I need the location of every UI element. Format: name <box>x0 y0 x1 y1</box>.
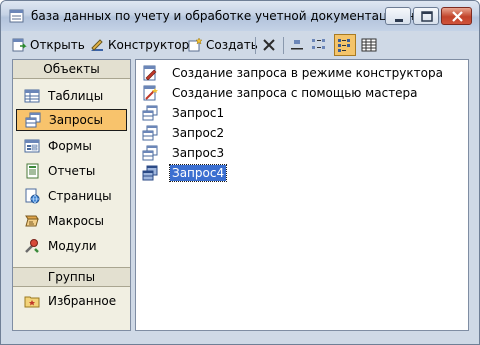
query-icon <box>142 105 158 121</box>
minimize-button[interactable] <box>385 7 411 25</box>
sidebar-item-pages[interactable]: Страницы <box>16 185 127 207</box>
object-list: Создание запроса в режиме конструктора С… <box>135 59 469 331</box>
objects-group-header[interactable]: Объекты <box>13 60 130 79</box>
content-area: Объекты Таблицы Запросы Формы Отчеты Стр… <box>8 57 473 339</box>
sidebar-item-favorites[interactable]: Избранное <box>16 290 127 312</box>
list-item-create-design[interactable]: Создание запроса в режиме конструктора <box>142 64 445 82</box>
small-icons-button[interactable] <box>310 34 330 56</box>
wizard-query-icon <box>143 85 158 101</box>
query-icon <box>142 165 158 181</box>
list-item-create-wizard[interactable]: Создание запроса с помощью мастера <box>142 84 420 102</box>
delete-icon <box>263 39 275 51</box>
create-button[interactable]: Создать <box>187 34 258 56</box>
sidebar-item-reports[interactable]: Отчеты <box>16 160 127 182</box>
sidebar-item-label: Макросы <box>48 214 104 228</box>
delete-button[interactable] <box>260 34 278 56</box>
sidebar-item-label: Отчеты <box>48 164 96 178</box>
list-item-label: Запрос4 <box>168 164 228 182</box>
database-icon <box>9 9 24 23</box>
toolbar: Открыть Конструктор Создать <box>5 33 475 57</box>
sidebar-item-label: Модули <box>48 239 97 253</box>
list-item-query[interactable]: Запрос2 <box>142 124 226 142</box>
module-icon <box>25 239 39 253</box>
create-icon <box>188 37 203 52</box>
query-icon <box>142 145 158 161</box>
designer-button[interactable]: Конструктор <box>89 34 189 56</box>
maximize-button[interactable] <box>413 7 439 25</box>
designer-icon <box>91 39 103 51</box>
close-icon <box>452 11 463 22</box>
list-view-icon <box>338 39 350 52</box>
list-item-query[interactable]: Запрос1 <box>142 104 226 122</box>
query-icon <box>142 125 158 141</box>
favorites-folder-icon <box>24 296 40 308</box>
sidebar-item-label: Таблицы <box>48 89 104 103</box>
maximize-icon <box>421 11 433 22</box>
close-button[interactable] <box>441 7 472 25</box>
list-view-button[interactable] <box>334 34 356 56</box>
details-view-icon <box>361 38 377 52</box>
list-item-query[interactable]: Запрос3 <box>142 144 226 162</box>
details-view-button[interactable] <box>360 34 378 56</box>
open-button[interactable]: Открыть <box>11 34 85 56</box>
table-icon <box>24 89 40 103</box>
query-icon <box>25 112 41 128</box>
page-icon <box>25 188 40 204</box>
sidebar-item-queries[interactable]: Запросы <box>16 109 127 131</box>
list-item-label: Запрос1 <box>172 106 225 120</box>
form-icon <box>24 139 40 153</box>
database-window: база данных по учету и обработке учетной… <box>0 0 480 345</box>
open-icon <box>12 38 27 52</box>
list-item-label: Создание запроса с помощью мастера <box>172 86 418 100</box>
sidebar-item-modules[interactable]: Модули <box>16 235 127 257</box>
small-icons-icon <box>312 39 325 49</box>
report-icon <box>26 163 39 179</box>
groups-group-header[interactable]: Группы <box>13 267 130 287</box>
sidebar-item-macros[interactable]: Макросы <box>16 210 127 232</box>
list-item-label: Запрос3 <box>172 146 225 160</box>
sidebar-item-forms[interactable]: Формы <box>16 135 127 157</box>
list-item-query[interactable]: Запрос4 <box>142 164 228 182</box>
large-icons-icon <box>291 40 303 50</box>
large-icons-button[interactable] <box>288 34 306 56</box>
list-item-label: Запрос2 <box>172 126 225 140</box>
designer-label: Конструктор <box>108 38 190 52</box>
macro-icon <box>25 215 39 227</box>
create-query-icon <box>143 65 157 81</box>
sidebar-item-label: Формы <box>48 139 92 153</box>
toolbar-separator <box>255 37 256 54</box>
list-item-label: Создание запроса в режиме конструктора <box>172 66 443 80</box>
title-bar[interactable]: база данных по учету и обработке учетной… <box>1 1 479 31</box>
objects-bar: Объекты Таблицы Запросы Формы Отчеты Стр… <box>12 59 131 331</box>
sidebar-item-label: Страницы <box>48 189 112 203</box>
window-title: база данных по учету и обработке учетной… <box>31 9 438 23</box>
sidebar-item-label: Запросы <box>49 113 103 127</box>
toolbar-separator <box>283 37 284 54</box>
sidebar-item-tables[interactable]: Таблицы <box>16 85 127 107</box>
sidebar-item-label: Избранное <box>48 294 117 308</box>
open-label: Открыть <box>30 38 85 52</box>
minimize-icon <box>395 19 403 22</box>
create-label: Создать <box>206 38 258 52</box>
